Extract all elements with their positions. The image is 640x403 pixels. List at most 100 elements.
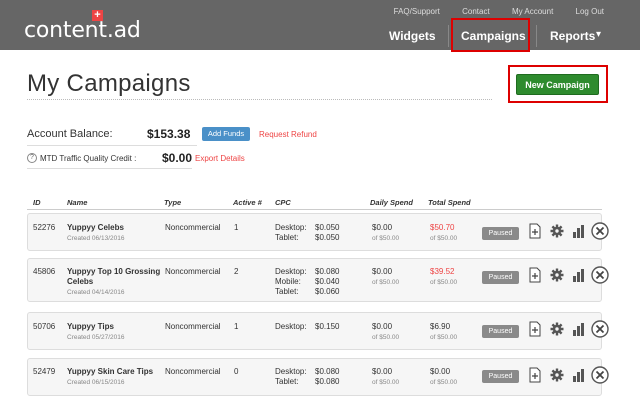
- campaign-id: 50706: [33, 322, 56, 331]
- daily-spend: $0.00: [372, 367, 393, 376]
- active-count: 1: [234, 223, 239, 232]
- bar-chart-icon[interactable]: [572, 268, 585, 282]
- cpc-label: Desktop:: [275, 367, 307, 376]
- bar-chart-icon[interactable]: [572, 368, 585, 382]
- campaign-id: 52479: [33, 367, 56, 376]
- contact-link[interactable]: Contact: [462, 7, 490, 16]
- table-header-divider: [27, 209, 602, 210]
- gear-icon[interactable]: [550, 368, 564, 382]
- status-badge[interactable]: Paused: [482, 271, 519, 284]
- cpc-value: $0.040: [315, 277, 340, 286]
- request-refund-link[interactable]: Request Refund: [259, 130, 317, 139]
- campaign-type: Noncommercial: [165, 267, 221, 276]
- close-icon[interactable]: [591, 320, 609, 338]
- total-spend-limit: of $50.00: [430, 379, 458, 386]
- daily-spend-limit: of $50.00: [372, 235, 400, 242]
- nav-divider: [536, 25, 537, 47]
- nav-divider: [448, 25, 449, 47]
- total-spend: $50.70: [430, 223, 455, 232]
- campaign-type: Noncommercial: [165, 367, 221, 376]
- page-title: My Campaigns: [27, 70, 191, 97]
- status-badge[interactable]: Paused: [482, 227, 519, 240]
- bar-chart-icon[interactable]: [572, 224, 585, 238]
- cpc-label: Mobile:: [275, 277, 301, 286]
- active-count: 2: [234, 267, 239, 276]
- daily-spend-limit: of $50.00: [372, 279, 400, 286]
- table-row: 52479 Yuppyy Skin Care Tips Created 06/1…: [27, 358, 609, 396]
- campaign-name[interactable]: Yuppyy Celebs: [67, 223, 124, 233]
- mtd-divider: [27, 168, 192, 169]
- campaign-created: Created 04/14/2016: [67, 289, 125, 296]
- new-document-icon[interactable]: [529, 267, 541, 283]
- status-badge[interactable]: Paused: [482, 325, 519, 338]
- gear-icon[interactable]: [550, 224, 564, 238]
- col-header-name: Name: [67, 198, 88, 207]
- cpc-value: $0.080: [315, 367, 340, 376]
- close-icon[interactable]: [591, 366, 609, 384]
- new-document-icon[interactable]: [529, 367, 541, 383]
- total-spend: $6.90: [430, 322, 451, 331]
- new-document-icon[interactable]: [529, 223, 541, 239]
- campaign-name[interactable]: Yuppyy Tips: [67, 322, 114, 332]
- balance-divider: [27, 145, 197, 146]
- gear-icon[interactable]: [550, 268, 564, 282]
- new-campaign-button[interactable]: New Campaign: [516, 74, 599, 95]
- cpc-value: $0.080: [315, 267, 340, 276]
- cpc-label: Tablet:: [275, 377, 299, 386]
- campaign-created: Created 06/15/2016: [67, 379, 125, 386]
- nav-widgets[interactable]: Widgets: [389, 29, 436, 43]
- faq-support-link[interactable]: FAQ/Support: [394, 7, 440, 16]
- cpc-value: $0.150: [315, 322, 340, 331]
- status-badge[interactable]: Paused: [482, 370, 519, 383]
- col-header-active: Active #: [233, 198, 262, 207]
- gear-icon[interactable]: [550, 322, 564, 336]
- close-icon[interactable]: [591, 222, 609, 240]
- close-icon[interactable]: [591, 266, 609, 284]
- campaign-type: Noncommercial: [165, 322, 221, 331]
- nav-reports[interactable]: Reports: [550, 29, 595, 43]
- table-row: 52276 Yuppyy Celebs Created 06/13/2016 N…: [27, 213, 609, 251]
- table-row: 45806 Yuppyy Top 10 Grossing Celebs Crea…: [27, 258, 609, 302]
- bar-chart-icon[interactable]: [572, 322, 585, 336]
- account-balance-value: $153.38: [147, 127, 191, 141]
- total-spend: $0.00: [430, 367, 451, 376]
- campaign-name[interactable]: Yuppyy Skin Care Tips: [67, 367, 153, 377]
- cpc-value: $0.080: [315, 377, 340, 386]
- table-row: 50706 Yuppyy Tips Created 05/27/2016 Non…: [27, 312, 609, 350]
- active-count: 0: [234, 367, 239, 376]
- campaign-created: Created 06/13/2016: [67, 235, 125, 242]
- chevron-down-icon[interactable]: ▾: [596, 29, 601, 40]
- cpc-label: Tablet:: [275, 287, 299, 296]
- logo-plus-icon: +: [92, 10, 103, 21]
- logo[interactable]: content.ad: [24, 18, 141, 43]
- campaign-type: Noncommercial: [165, 223, 221, 232]
- campaign-name-cont[interactable]: Celebs: [67, 277, 93, 287]
- title-divider: [27, 99, 492, 100]
- my-account-link[interactable]: My Account: [512, 7, 553, 16]
- mtd-credit-label: MTD Traffic Quality Credit :: [40, 154, 137, 163]
- campaign-created: Created 05/27/2016: [67, 334, 125, 341]
- cpc-value: $0.050: [315, 223, 340, 232]
- add-funds-button[interactable]: Add Funds: [202, 127, 250, 141]
- total-spend-limit: of $50.00: [430, 279, 458, 286]
- col-header-cpc: CPC: [275, 198, 291, 207]
- campaign-name[interactable]: Yuppyy Top 10 Grossing: [67, 267, 160, 277]
- export-details-link[interactable]: Export Details: [195, 154, 245, 163]
- cpc-label: Desktop:: [275, 322, 307, 331]
- top-header: content.ad + FAQ/Support Contact My Acco…: [0, 0, 640, 50]
- campaign-id: 52276: [33, 223, 56, 232]
- cpc-label: Tablet:: [275, 233, 299, 242]
- total-spend-limit: of $50.00: [430, 235, 458, 242]
- campaign-id: 45806: [33, 267, 56, 276]
- daily-spend-limit: of $50.00: [372, 334, 400, 341]
- mtd-credit-value: $0.00: [162, 151, 193, 165]
- campaigns-highlight-box: [451, 18, 530, 52]
- new-document-icon[interactable]: [529, 321, 541, 337]
- daily-spend: $0.00: [372, 223, 393, 232]
- total-spend: $39.52: [430, 267, 455, 276]
- log-out-link[interactable]: Log Out: [576, 7, 604, 16]
- cpc-value: $0.060: [315, 287, 340, 296]
- daily-spend-limit: of $50.00: [372, 379, 400, 386]
- cpc-label: Desktop:: [275, 223, 307, 232]
- question-icon[interactable]: ?: [27, 153, 37, 163]
